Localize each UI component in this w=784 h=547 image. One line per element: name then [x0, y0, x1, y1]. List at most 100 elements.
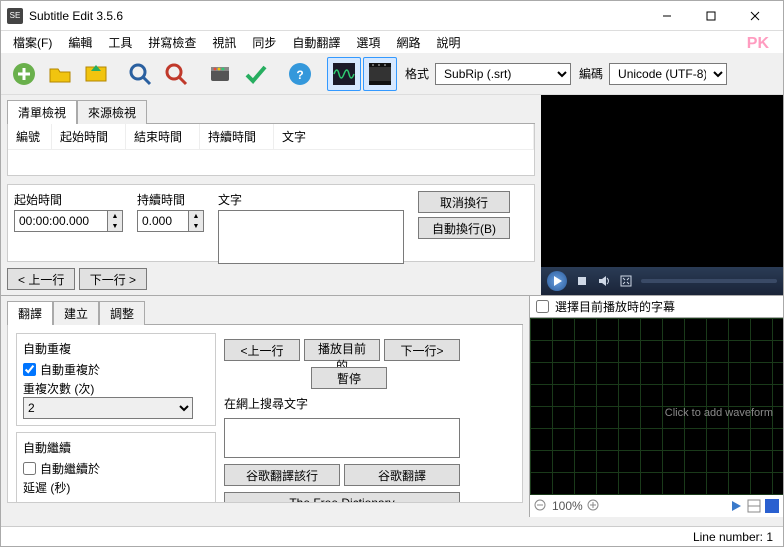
col-start[interactable]: 起始時間	[52, 124, 126, 150]
close-button[interactable]	[733, 2, 777, 30]
search-online-input[interactable]	[224, 418, 460, 458]
app-icon: SE	[7, 8, 23, 24]
replace-button[interactable]	[159, 57, 193, 91]
waveform-toggle-button[interactable]	[327, 57, 361, 91]
play-button[interactable]	[547, 271, 567, 291]
stop-button[interactable]	[575, 274, 589, 288]
start-time-label: 起始時間	[14, 191, 123, 208]
status-line-number: Line number: 1	[693, 530, 773, 544]
start-time-input[interactable]	[14, 210, 108, 232]
delay-label: 延遲 (秒)	[23, 479, 209, 496]
auto-continue-title: 自動繼續	[23, 439, 209, 456]
auto-repeat-title: 自動重複	[23, 340, 209, 357]
listview-tabset: 清單檢視 來源檢視	[7, 99, 535, 124]
auto-repeat-group: 自動重複 自動重複於 重複次數 (次) 2	[16, 333, 216, 426]
video-toggle-button[interactable]	[363, 57, 397, 91]
zoom-level: 100%	[552, 499, 583, 513]
auto-wrap-button[interactable]: 自動換行(B)	[418, 217, 510, 239]
video-panel	[541, 95, 783, 295]
menu-help[interactable]: 說明	[428, 32, 468, 53]
col-number[interactable]: 編號	[8, 124, 52, 150]
play-current-button[interactable]: 播放目前的	[304, 339, 380, 361]
tab-translate[interactable]: 翻譯	[7, 301, 53, 325]
col-duration[interactable]: 持續時間	[200, 124, 274, 150]
help-button[interactable]: ?	[283, 57, 317, 91]
repeat-count-select[interactable]: 2	[23, 397, 193, 419]
menu-auto-translate[interactable]: 自動翻譯	[284, 32, 348, 53]
select-current-subtitle-label: 選擇目前播放時的字幕	[555, 298, 675, 315]
zoom-out-icon[interactable]	[534, 499, 548, 513]
start-time-spinner[interactable]: ▲▼	[108, 210, 123, 232]
svg-text:?: ?	[296, 68, 303, 82]
google-translate-button[interactable]: 谷歌翻譯	[344, 464, 460, 486]
fullscreen-button[interactable]	[619, 274, 633, 288]
zoom-in-icon[interactable]	[587, 499, 601, 513]
menu-tools[interactable]: 工具	[100, 32, 140, 53]
wave-play-icon[interactable]	[729, 499, 743, 513]
spellcheck-button[interactable]	[239, 57, 273, 91]
tab-listview[interactable]: 清單檢視	[7, 100, 77, 124]
video-controls	[541, 267, 783, 295]
auto-repeat-checkbox-label[interactable]: 自動重複於	[23, 361, 209, 378]
minimize-button[interactable]	[645, 2, 689, 30]
search-online-label: 在網上搜尋文字	[224, 395, 474, 412]
titlebar: SE Subtitle Edit 3.5.6	[1, 1, 783, 31]
text-input[interactable]	[218, 210, 404, 264]
new-file-button[interactable]	[7, 57, 41, 91]
wave-grid-icon[interactable]	[747, 499, 761, 513]
next-line-button[interactable]: 下一行 >	[79, 268, 147, 290]
free-dictionary-button[interactable]: The Free Dictionary	[224, 492, 460, 503]
duration-input[interactable]	[137, 210, 189, 232]
open-file-button[interactable]	[43, 57, 77, 91]
col-end[interactable]: 結束時間	[126, 124, 200, 150]
settings-button[interactable]	[203, 57, 237, 91]
encoding-select[interactable]: Unicode (UTF-8)	[609, 63, 727, 85]
menu-video[interactable]: 視訊	[204, 32, 244, 53]
window-title: Subtitle Edit 3.5.6	[29, 9, 645, 23]
tab-adjust[interactable]: 調整	[99, 301, 145, 325]
repeat-count-label: 重複次數 (次)	[23, 380, 209, 397]
menu-network[interactable]: 網路	[388, 32, 428, 53]
menu-options[interactable]: 選項	[348, 32, 388, 53]
delay-input[interactable]	[23, 496, 53, 503]
col-text[interactable]: 文字	[274, 124, 534, 150]
tab-create[interactable]: 建立	[53, 301, 99, 325]
pause-button[interactable]: 暫停	[311, 367, 387, 389]
auto-continue-group: 自動繼續 自動繼續於 延遲 (秒)	[16, 432, 216, 503]
maximize-button[interactable]	[689, 2, 733, 30]
encoding-label: 編碼	[579, 65, 603, 82]
text-label: 文字	[218, 191, 404, 208]
tab-sourceview[interactable]: 來源檢視	[77, 100, 147, 124]
trans-prev-button[interactable]: <上一行	[224, 339, 300, 361]
find-button[interactable]	[123, 57, 157, 91]
menubar: 檔案(F) 編輯 工具 拼寫檢查 視訊 同步 自動翻譯 選項 網路 說明	[1, 31, 783, 53]
toolbar: ? 格式 SubRip (.srt) 編碼 Unicode (UTF-8)	[1, 53, 783, 95]
menu-spellcheck[interactable]: 拼寫檢查	[140, 32, 204, 53]
auto-continue-checkbox-label[interactable]: 自動繼續於	[23, 460, 209, 477]
seek-bar[interactable]	[641, 279, 777, 283]
save-button[interactable]	[79, 57, 113, 91]
wave-color-icon[interactable]	[765, 499, 779, 513]
edit-panel: 起始時間 ▲▼ 持續時間 ▲▼ 文字 取消換行 自動換行(B)	[7, 184, 535, 262]
format-select[interactable]: SubRip (.srt)	[435, 63, 571, 85]
volume-button[interactable]	[597, 274, 611, 288]
prev-line-button[interactable]: < 上一行	[7, 268, 75, 290]
waveform-area[interactable]: Click to add waveform	[530, 318, 783, 495]
bottom-tabset: 翻譯 建立 調整	[7, 300, 523, 325]
cancel-wrap-button[interactable]: 取消換行	[418, 191, 510, 213]
no-video-label: 未載入視訊	[722, 299, 777, 315]
waveform-panel: 選擇目前播放時的字幕 未載入視訊 Click to add waveform 1…	[529, 296, 783, 517]
watermark: PK	[747, 35, 769, 53]
subtitle-list[interactable]: 編號 起始時間 結束時間 持續時間 文字	[7, 124, 535, 176]
format-label: 格式	[405, 65, 429, 82]
duration-spinner[interactable]: ▲▼	[189, 210, 204, 232]
menu-sync[interactable]: 同步	[244, 32, 284, 53]
auto-repeat-checkbox[interactable]	[23, 363, 36, 376]
trans-next-button[interactable]: 下一行>	[384, 339, 460, 361]
google-translate-line-button[interactable]: 谷歌翻譯該行	[224, 464, 340, 486]
menu-file[interactable]: 檔案(F)	[5, 32, 60, 53]
menu-edit[interactable]: 編輯	[60, 32, 100, 53]
select-current-subtitle-checkbox[interactable]	[536, 300, 549, 313]
auto-continue-checkbox[interactable]	[23, 462, 36, 475]
statusbar: Line number: 1	[1, 526, 783, 546]
